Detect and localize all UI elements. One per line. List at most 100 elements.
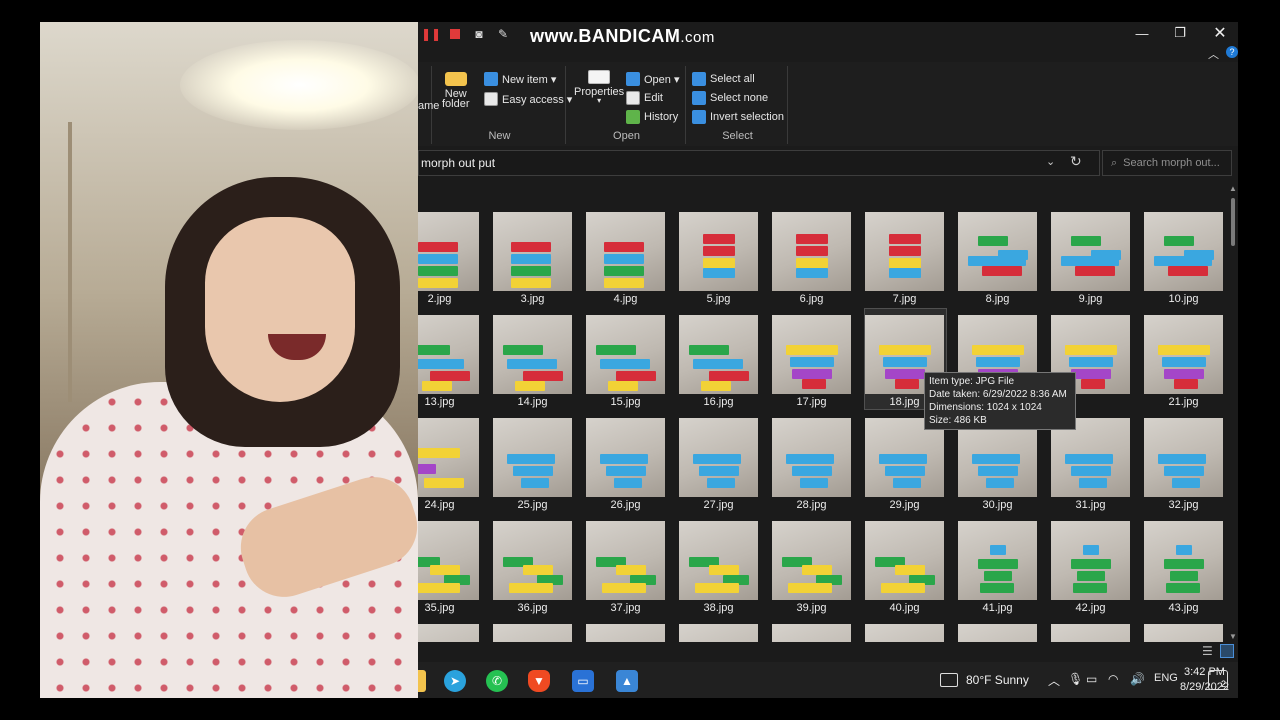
help-icon[interactable]: ?: [1226, 46, 1238, 58]
refresh-icon[interactable]: ↻: [1070, 153, 1082, 170]
history-button[interactable]: History: [626, 110, 678, 124]
language-indicator[interactable]: ENG: [1154, 672, 1178, 684]
select-all-button[interactable]: Select all: [692, 72, 755, 86]
block-shape: [1077, 571, 1105, 581]
address-bar[interactable]: morph out put: [418, 150, 1100, 176]
close-button[interactable]: ✕: [1200, 22, 1238, 44]
brave-browser-icon[interactable]: ▼: [528, 670, 550, 692]
file-tile[interactable]: 7.jpg: [865, 206, 946, 306]
file-tile[interactable]: 17.jpg: [772, 309, 853, 409]
scrollbar[interactable]: [1228, 184, 1238, 642]
new-folder-button[interactable]: New folder: [442, 72, 470, 110]
block-shape: [604, 278, 644, 288]
file-tile[interactable]: 5.jpg: [679, 206, 760, 306]
file-tile[interactable]: 42.jpg: [1051, 515, 1132, 615]
file-tile[interactable]: [958, 618, 1039, 642]
block-shape: [596, 345, 636, 355]
block-shape: [511, 266, 551, 276]
file-tile[interactable]: 3.jpg: [493, 206, 574, 306]
search-input[interactable]: ⌕ Search morph out...: [1102, 150, 1232, 176]
file-tile[interactable]: 28.jpg: [772, 412, 853, 512]
file-tile[interactable]: 35.jpg: [418, 515, 481, 615]
file-name: 29.jpg: [889, 499, 920, 511]
wall-edge: [68, 122, 72, 402]
file-tile[interactable]: 8.jpg: [958, 206, 1039, 306]
file-tile[interactable]: [586, 618, 667, 642]
file-tile[interactable]: 36.jpg: [493, 515, 574, 615]
file-tile[interactable]: 16.jpg: [679, 309, 760, 409]
file-tile[interactable]: [679, 618, 760, 642]
file-tile[interactable]: [865, 618, 946, 642]
file-tile[interactable]: 27.jpg: [679, 412, 760, 512]
file-tile[interactable]: [418, 618, 481, 642]
weather-text[interactable]: 80°F Sunny: [966, 673, 1029, 687]
select-none-button[interactable]: Select none: [692, 91, 768, 105]
camera-icon[interactable]: ◙: [472, 27, 486, 41]
volume-icon[interactable]: 🔊: [1130, 672, 1145, 686]
open-button[interactable]: Open ▾: [626, 72, 680, 86]
block-shape: [1079, 478, 1107, 488]
scroll-up-icon[interactable]: ▲: [1229, 184, 1237, 193]
block-shape: [703, 268, 735, 278]
pause-icon[interactable]: ❚❚: [421, 27, 441, 41]
file-tile[interactable]: 40.jpg: [865, 515, 946, 615]
file-name: 30.jpg: [982, 499, 1013, 511]
block-shape: [972, 454, 1020, 464]
file-tile[interactable]: [772, 618, 853, 642]
window-app-icon[interactable]: ▭: [572, 670, 594, 692]
scroll-down-icon[interactable]: ▼: [1229, 632, 1237, 641]
file-tile[interactable]: [1051, 618, 1132, 642]
block-shape: [1164, 466, 1204, 476]
file-tile[interactable]: 38.jpg: [679, 515, 760, 615]
telegram-icon[interactable]: ➤: [444, 670, 466, 692]
file-tile[interactable]: 32.jpg: [1144, 412, 1224, 512]
file-explorer-taskbar-icon[interactable]: [418, 670, 426, 692]
battery-icon[interactable]: ▭: [1086, 672, 1097, 686]
easy-access-button[interactable]: Easy access ▾: [484, 92, 572, 106]
file-tile[interactable]: 43.jpg: [1144, 515, 1224, 615]
file-tile[interactable]: 13.jpg: [418, 309, 481, 409]
file-tile[interactable]: 10.jpg: [1144, 206, 1224, 306]
file-thumbnail: [958, 212, 1037, 291]
file-tile[interactable]: 37.jpg: [586, 515, 667, 615]
edit-button[interactable]: Edit: [626, 91, 663, 105]
notifications-icon[interactable]: 2: [1208, 670, 1228, 690]
ribbon: ame New folder New item ▾ Easy access ▾ …: [418, 62, 1238, 146]
invert-selection-button[interactable]: Invert selection: [692, 110, 784, 124]
file-tile[interactable]: [1144, 618, 1224, 642]
file-thumbnail: [493, 315, 572, 394]
microphone-icon[interactable]: 🎙: [1068, 672, 1083, 686]
file-tile[interactable]: 4.jpg: [586, 206, 667, 306]
file-tile[interactable]: 41.jpg: [958, 515, 1039, 615]
pencil-icon[interactable]: ✎: [496, 27, 510, 41]
file-tile[interactable]: 21.jpg: [1144, 309, 1224, 409]
new-item-button[interactable]: New item ▾: [484, 72, 556, 86]
file-tile[interactable]: 39.jpg: [772, 515, 853, 615]
stop-icon[interactable]: [448, 27, 462, 41]
file-tile[interactable]: 25.jpg: [493, 412, 574, 512]
file-thumbnail: [865, 212, 944, 291]
wifi-icon[interactable]: ◠: [1108, 672, 1118, 686]
chevron-down-icon[interactable]: ⌄: [1046, 155, 1055, 168]
details-view-icon[interactable]: ☰: [1202, 644, 1213, 658]
file-tile[interactable]: 2.jpg: [418, 206, 481, 306]
file-tile[interactable]: 6.jpg: [772, 206, 853, 306]
scrollbar-thumb[interactable]: [1231, 198, 1235, 246]
block-shape: [509, 583, 553, 593]
file-tile[interactable]: 15.jpg: [586, 309, 667, 409]
large-icons-view-icon[interactable]: [1220, 644, 1234, 658]
file-tile[interactable]: 24.jpg: [418, 412, 481, 512]
photos-app-icon[interactable]: ▲: [616, 670, 638, 692]
restore-button[interactable]: ❐: [1160, 22, 1200, 44]
file-name: 32.jpg: [1168, 499, 1199, 511]
file-tile[interactable]: 9.jpg: [1051, 206, 1132, 306]
collapse-ribbon-icon[interactable]: ︿: [1208, 46, 1219, 62]
properties-button[interactable]: Properties ▾: [574, 70, 624, 105]
whatsapp-icon[interactable]: ✆: [486, 670, 508, 692]
file-tile[interactable]: 26.jpg: [586, 412, 667, 512]
minimize-button[interactable]: —: [1122, 22, 1162, 44]
weather-icon[interactable]: [940, 673, 958, 687]
file-tile[interactable]: 14.jpg: [493, 309, 574, 409]
chevron-up-icon[interactable]: ︿: [1048, 672, 1060, 689]
file-tile[interactable]: [493, 618, 574, 642]
